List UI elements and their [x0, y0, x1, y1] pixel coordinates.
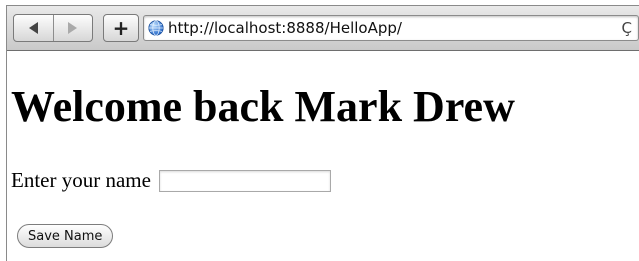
page-title: Welcome back Mark Drew: [11, 82, 515, 131]
browser-toolbar: + http://localhost:8888/HelloApp/ Ç: [7, 6, 639, 51]
page-content: Welcome back Mark Drew Enter your name S…: [11, 51, 639, 261]
forward-arrow-icon: [68, 22, 78, 34]
name-form-row: Enter your name: [11, 168, 331, 193]
name-input[interactable]: [158, 169, 331, 192]
navigation-buttons: [13, 14, 93, 42]
back-button[interactable]: [14, 15, 53, 41]
name-label: Enter your name: [11, 168, 151, 192]
back-arrow-icon: [28, 22, 38, 34]
reload-icon[interactable]: Ç: [622, 19, 632, 37]
forward-button[interactable]: [52, 15, 93, 41]
save-name-button[interactable]: Save Name: [17, 224, 114, 248]
address-bar[interactable]: http://localhost:8888/HelloApp/ Ç: [143, 15, 639, 41]
url-text[interactable]: http://localhost:8888/HelloApp/: [168, 19, 402, 37]
globe-icon: [148, 20, 164, 36]
browser-window: + http://localhost:8888/HelloApp/ Ç Welc…: [6, 5, 639, 261]
add-bookmark-button[interactable]: +: [103, 14, 139, 42]
